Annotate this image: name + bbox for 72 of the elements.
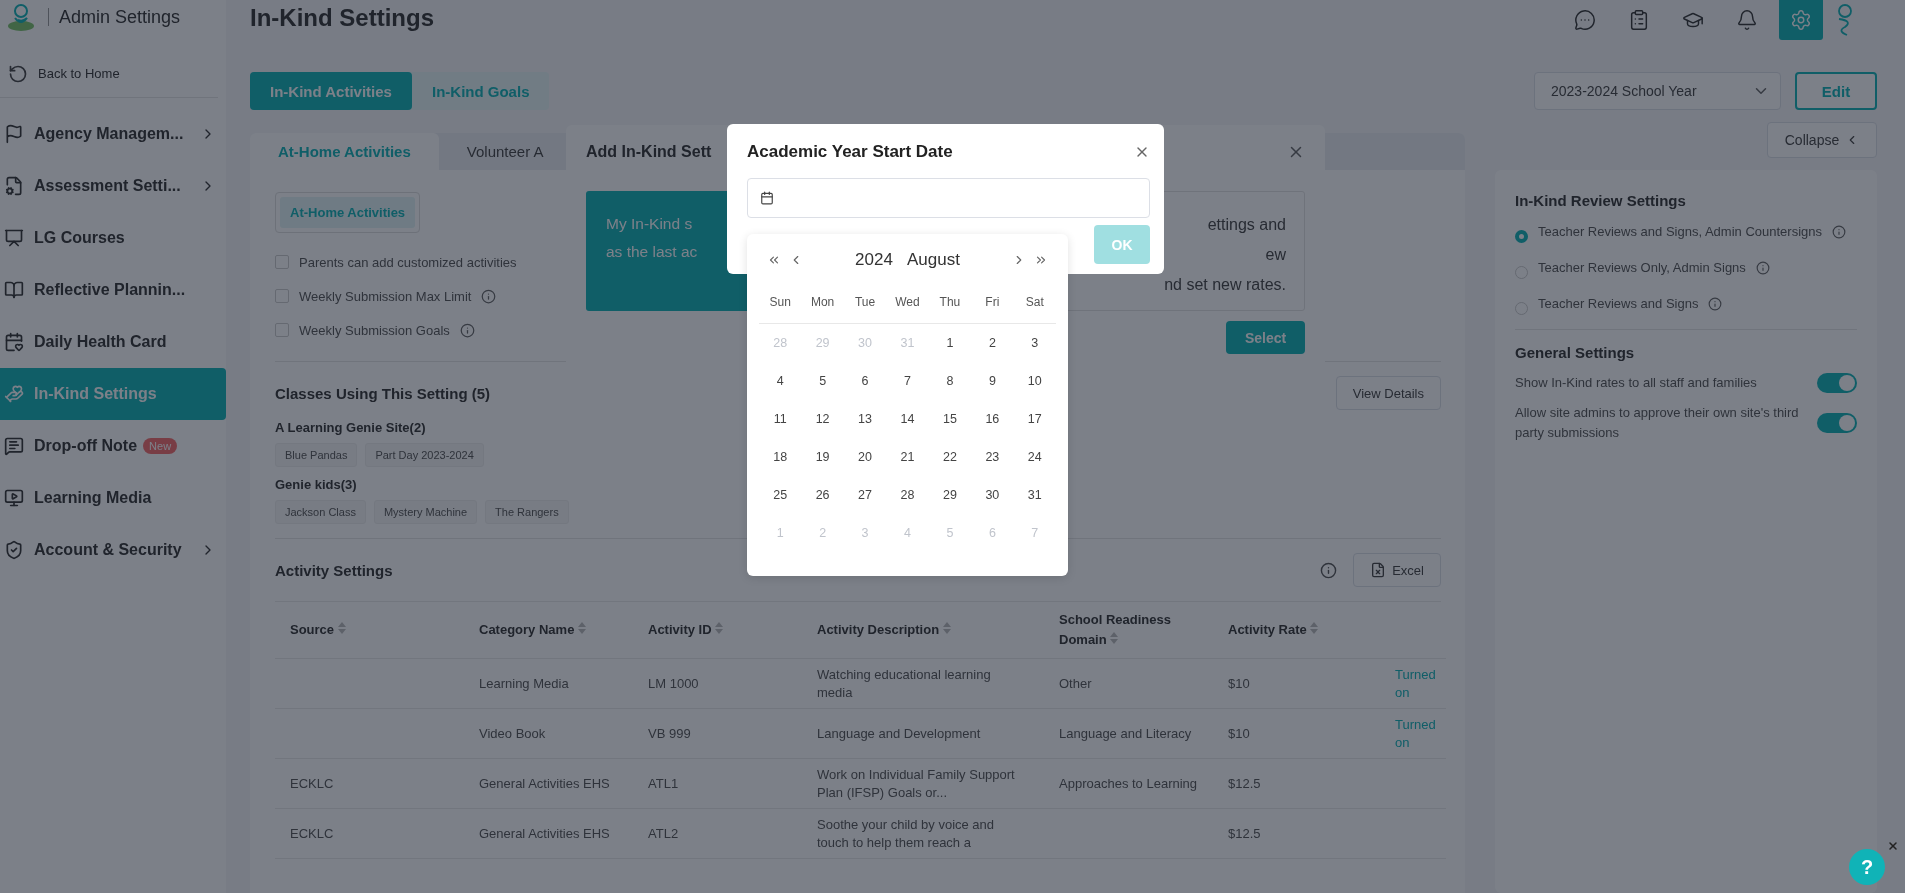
table-cell: $10 [1228, 724, 1250, 743]
table-cell: ATL2 [648, 824, 679, 843]
weekday-label: Sat [1013, 292, 1056, 324]
radio-label: Teacher Reviews and Signs [1538, 295, 1699, 314]
dialog-title: Academic Year Start Date [747, 142, 953, 162]
section-title: Activity Settings [275, 561, 393, 579]
new-badge: New [143, 438, 178, 454]
dialog-title: Add In-Kind Sett [586, 143, 712, 161]
section-title: Classes Using This Setting (5) [275, 384, 491, 402]
card-text: ew [1265, 245, 1286, 265]
radio-label: Teacher Reviews and Signs, Admin Countersigns [1538, 223, 1822, 242]
nav-label: Account & Security [34, 541, 182, 559]
page-title: In-Kind Settings [250, 4, 434, 32]
table-cell: General Activities EHS [479, 774, 610, 793]
panel-title: General Settings [1515, 344, 1636, 362]
table-cell: ATL1 [648, 774, 679, 793]
toggle-label: Show In-Kind rates to all staff and families [1515, 374, 1758, 393]
toggle-label: Allow site admins to approve their own site's third party submissions [1515, 404, 1800, 443]
nav-label: Learning Media [34, 489, 152, 507]
table-cell-text: Work on Individual Family Support Plan (IFSP) Goals or... [817, 765, 1016, 802]
table-cell: ECKLC [290, 774, 334, 793]
card-text: nd set new rates. [1164, 275, 1286, 295]
weekday-label: Thu [928, 292, 972, 324]
class-tag: The Rangers [485, 500, 569, 524]
group-name: A Learning Genie Site(2) [275, 420, 427, 435]
nav-label: In-Kind Settings [34, 385, 157, 403]
nav-label: LG Courses [34, 229, 125, 247]
nav-label: Reflective Plannin... [34, 281, 186, 299]
column-header: Category Name [464, 602, 633, 659]
card-text: ettings and [1207, 215, 1286, 235]
column-header: Source [275, 602, 464, 659]
card-text: My In-Kind s [606, 214, 693, 234]
table-cell: General Activities EHS [479, 824, 610, 843]
weekday-label: Wed [886, 292, 929, 324]
table-cell: Approaches to Learning [1059, 774, 1198, 793]
weekday-label: Fri [971, 292, 1014, 324]
group-name: Genie kids(3) [275, 477, 358, 492]
app-title: Admin Settings [48, 8, 181, 26]
nav-label: Assessment Setti... [34, 177, 181, 195]
table-cell-text: Watching educational learning media [817, 665, 992, 702]
table-cell-text: Soothe your child by voice and touch to help them reach a [817, 815, 996, 852]
card-text: as the last ac [606, 242, 698, 262]
column-header: Activity Rate [1213, 602, 1380, 659]
nav-label: Drop-off Note [34, 437, 138, 455]
table-cell: $12.5 [1228, 824, 1261, 843]
column-header: Activity Description [802, 602, 1044, 659]
table-cell: $10 [1228, 674, 1250, 693]
option-label: Weekly Submission Max Limit [299, 288, 472, 304]
nav-label: Agency Managem... [34, 125, 184, 143]
class-tag: Part Day 2023-2024 [365, 443, 484, 467]
table-cell: VB 999 [648, 724, 691, 743]
column-header: Activity ID [633, 602, 802, 659]
table-cell: $12.5 [1228, 774, 1261, 793]
option-label: Parents can add customized activities [299, 254, 517, 270]
weekday-label: Tue [843, 292, 887, 324]
table-cell: Language and Literacy [1059, 724, 1192, 743]
table-cell: Learning Media [479, 674, 569, 693]
table-cell: ECKLC [290, 824, 334, 843]
class-tag: Jackson Class [275, 500, 366, 524]
panel-title: In-Kind Review Settings [1515, 192, 1687, 210]
column-header: School Readiness Domain [1044, 602, 1213, 659]
table-cell: LM 1000 [648, 674, 699, 693]
table-cell: Language and Development [817, 724, 981, 743]
radio-label: Teacher Reviews Only, Admin Signs [1538, 259, 1746, 278]
weekday-label: Sun [759, 292, 802, 324]
nav-label: Daily Health Card [34, 333, 167, 351]
weekday-label: Mon [801, 292, 844, 324]
class-tag: Mystery Machine [373, 500, 478, 524]
table-cell: Video Book [479, 724, 546, 743]
class-tag: Blue Pandas [275, 443, 358, 467]
table-cell: Other [1059, 674, 1092, 693]
option-label: Weekly Submission Goals [299, 322, 450, 338]
